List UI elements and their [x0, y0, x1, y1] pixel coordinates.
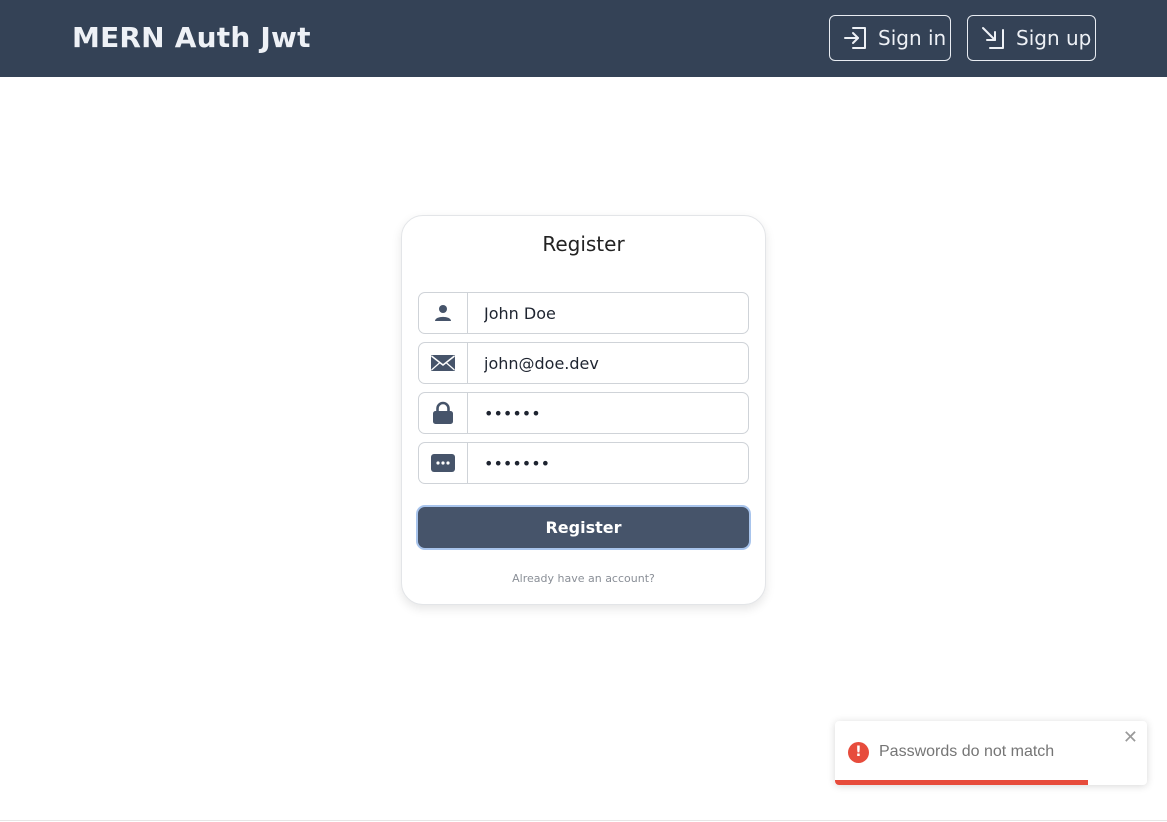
user-icon — [419, 293, 468, 333]
password-field[interactable]: •••••• — [418, 392, 749, 434]
envelope-icon — [419, 343, 468, 383]
brand-title[interactable]: MERN Auth Jwt — [72, 18, 311, 58]
sign-in-button[interactable]: Sign in — [829, 15, 951, 61]
toast-progress-bar — [835, 780, 1088, 785]
error-icon: ! — [848, 742, 869, 763]
password-input[interactable]: •••••• — [468, 393, 748, 433]
form-title: Register — [542, 232, 625, 256]
name-input[interactable] — [468, 293, 748, 333]
email-field[interactable] — [418, 342, 749, 384]
sign-in-label: Sign in — [878, 26, 947, 50]
name-field[interactable] — [418, 292, 749, 334]
error-toast[interactable]: ! Passwords do not match ✕ — [835, 721, 1147, 785]
navbar: MERN Auth Jwt Sign in Sign up — [0, 0, 1167, 77]
register-button[interactable]: Register — [418, 507, 749, 548]
divider — [0, 820, 1167, 821]
close-icon[interactable]: ✕ — [1123, 727, 1138, 748]
sign-up-button[interactable]: Sign up — [967, 15, 1096, 61]
login-icon — [842, 25, 868, 51]
dots-icon — [419, 443, 468, 483]
already-have-account-link[interactable]: Already have an account? — [401, 572, 766, 585]
toast-message: Passwords do not match — [879, 743, 1055, 760]
signup-arrow-icon — [980, 25, 1006, 51]
confirm-password-input[interactable]: ••••••• — [468, 443, 748, 483]
email-input[interactable] — [468, 343, 748, 383]
lock-icon — [419, 393, 468, 433]
sign-up-label: Sign up — [1016, 26, 1092, 50]
confirm-password-field[interactable]: ••••••• — [418, 442, 749, 484]
